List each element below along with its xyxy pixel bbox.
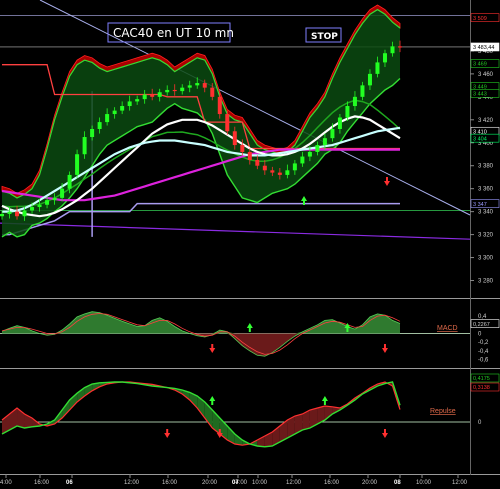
candle-body [45, 200, 50, 205]
xtick-label: 07 [232, 480, 239, 486]
macd-label[interactable]: MACD [437, 325, 458, 332]
candle-body [345, 106, 350, 118]
price-ytick-label: 3 340 [478, 210, 494, 216]
candle-body [285, 170, 290, 175]
candle-body [67, 174, 72, 189]
price-value-tag-text: 3 443 [473, 92, 487, 98]
price-value-tag-text: 3 509 [473, 16, 487, 22]
candle-body [270, 170, 275, 173]
candle-body [202, 83, 207, 88]
price-ytick-label: 3 380 [478, 164, 494, 170]
price-ytick-label: 3 320 [478, 233, 494, 239]
candle-body [135, 99, 140, 102]
candle-body [120, 106, 125, 111]
macd-value-tag-text: 0,2267 [473, 322, 490, 328]
candle-body [337, 117, 342, 129]
xtick-label: 20:00 [362, 480, 378, 486]
macd-ytick-label: 0,4 [478, 314, 487, 320]
price-value-tag-text: 3 404 [473, 136, 487, 142]
macd-ytick-label: 0 [478, 332, 482, 338]
candle-body [247, 151, 252, 160]
xtick-label: 4:00 [0, 480, 12, 486]
price-ytick-label: 3 360 [478, 187, 494, 193]
price-ytick-label: 3 280 [478, 279, 494, 285]
candle-body [315, 145, 320, 152]
candle-body [30, 207, 35, 211]
repulse-panel [0, 371, 470, 472]
xtick-label: 06 [66, 480, 73, 486]
candle-body [217, 96, 222, 115]
candle-body [97, 122, 102, 129]
candle-body [172, 89, 177, 92]
repulse-value-tag-text: 0,3138 [473, 385, 490, 391]
xtick-label: 16:00 [324, 480, 340, 486]
xtick-label: 08 [394, 480, 401, 486]
candle-body [157, 92, 162, 97]
candle-body [15, 211, 20, 217]
candle-body [37, 204, 42, 208]
candle-body [292, 163, 297, 171]
candle-body [142, 94, 147, 100]
candle-body [277, 172, 282, 175]
xtick-label: 12:00 [452, 480, 468, 486]
xtick-label: 20:00 [202, 480, 218, 486]
price-value-tag-text: 3 347 [473, 202, 487, 208]
xtick-label: 12:00 [124, 480, 140, 486]
chart-title: CAC40 en UT 10 mn [113, 26, 234, 40]
candle-body [7, 211, 12, 214]
stop-label: STOP [311, 32, 338, 42]
candle-body [300, 156, 305, 164]
candle-body [105, 114, 110, 123]
candle-body [90, 128, 95, 138]
repulse-value-tag-text: 0,4175 [473, 376, 490, 382]
candle-body [322, 138, 327, 146]
candle-body [240, 145, 245, 152]
candle-body [180, 87, 185, 92]
candle-body [390, 46, 395, 54]
candle-body [52, 197, 57, 201]
candle-body [307, 151, 312, 157]
repulse-label[interactable]: Repulse [430, 408, 456, 415]
candle-body [165, 89, 170, 93]
price-ytick-label: 3 300 [478, 256, 494, 262]
macd-ytick-label: -0,2 [478, 340, 489, 346]
candle-body [375, 62, 380, 74]
repulse-ytick-label: 0 [478, 420, 482, 426]
candle-body [127, 101, 132, 107]
candle-body [367, 73, 372, 86]
candle-body [255, 159, 260, 166]
candle-body [0, 213, 4, 217]
macd-ytick-label: -0,6 [478, 358, 489, 364]
xtick-label: 10:00 [416, 480, 432, 486]
candle-body [382, 53, 387, 63]
xtick-label: 16:00 [162, 480, 178, 486]
candle-body [82, 137, 87, 155]
candle-body [225, 114, 230, 132]
price-ytick-label: 3 460 [478, 72, 494, 78]
price-value-tag-text: 3 469 [473, 62, 487, 68]
candle-body [195, 83, 200, 86]
xtick-label: 12:00 [286, 480, 302, 486]
xtick-label: 16:00 [34, 480, 50, 486]
price-ytick-label: 3 420 [478, 118, 494, 124]
candle-body [398, 46, 402, 48]
xtick-label: 10:00 [252, 480, 268, 486]
candle-body [112, 110, 117, 115]
candle-body [75, 154, 80, 175]
candle-body [60, 188, 65, 198]
candle-body [232, 131, 237, 146]
candle-body [262, 165, 267, 171]
trading-chart[interactable]: 3 4803 4603 4403 4203 4003 3803 3603 340… [0, 0, 500, 489]
candle-body [352, 96, 357, 107]
candle-body [330, 128, 335, 139]
price-value-tag-text: 3 483,44 [473, 45, 494, 51]
candle-body [22, 210, 27, 217]
candle-body [150, 94, 155, 97]
candle-body [210, 87, 215, 97]
candle-body [360, 85, 365, 97]
macd-ytick-label: -0,4 [478, 349, 489, 355]
candle-body [187, 85, 192, 88]
